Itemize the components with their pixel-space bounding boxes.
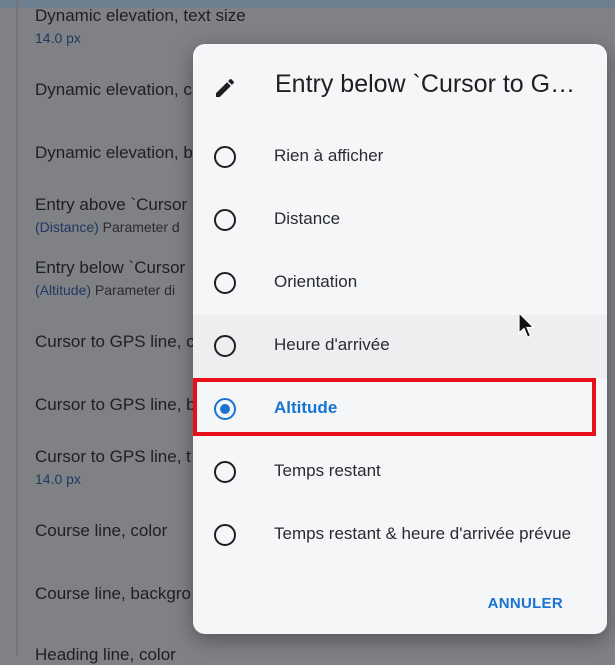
setting-dynamic-elevation-c: Dynamic elevation, c bbox=[35, 80, 192, 100]
radio-button[interactable] bbox=[214, 524, 236, 546]
setting-cursor-gps-line-b: Cursor to GPS line, b bbox=[35, 395, 196, 415]
setting-subtitle: (Distance) Parameter d bbox=[35, 219, 187, 235]
option-label: Rien à afficher bbox=[274, 146, 384, 165]
radio-button[interactable] bbox=[214, 272, 236, 294]
radio-button-selected[interactable] bbox=[214, 398, 236, 420]
list-divider bbox=[16, 0, 18, 655]
radio-button[interactable] bbox=[214, 146, 236, 168]
setting-course-line-background: Course line, backgro bbox=[35, 584, 191, 604]
setting-cursor-gps-line-c: Cursor to GPS line, c bbox=[35, 332, 195, 352]
option-label: Distance bbox=[274, 209, 341, 228]
setting-title: Course line, color bbox=[35, 521, 168, 540]
option-rien-a-afficher[interactable]: Rien à afficher bbox=[193, 126, 607, 189]
dialog-title: Entry below `Cursor to G… bbox=[275, 70, 576, 98]
setting-title: Entry below `Cursor bbox=[35, 258, 186, 277]
setting-title: Dynamic elevation, c bbox=[35, 80, 192, 99]
option-label: Temps restant & heure d'arrivée prévue bbox=[274, 524, 572, 543]
setting-course-line-color: Course line, color bbox=[35, 521, 167, 541]
setting-entry-below-cursor: Entry below `Cursor (Altitude) Parameter… bbox=[35, 258, 185, 298]
option-heure-d-arrivee[interactable]: Heure d'arrivée bbox=[193, 315, 607, 378]
setting-subtitle: (Altitude) Parameter di bbox=[35, 282, 185, 298]
single-choice-dialog: Entry below `Cursor to G… Rien à affiche… bbox=[193, 44, 607, 634]
pencil-icon bbox=[213, 76, 237, 100]
setting-cursor-gps-line-t: Cursor to GPS line, t 14.0 px bbox=[35, 447, 191, 487]
setting-description: Parameter d bbox=[98, 219, 180, 235]
setting-title: Cursor to GPS line, b bbox=[35, 395, 196, 414]
cancel-button[interactable]: ANNULER bbox=[488, 595, 563, 612]
option-orientation[interactable]: Orientation bbox=[193, 252, 607, 315]
setting-title: Heading line, color bbox=[35, 645, 176, 664]
setting-title: Dynamic elevation, text size bbox=[35, 6, 246, 25]
setting-description: Parameter di bbox=[91, 282, 176, 298]
dialog-header: Entry below `Cursor to G… bbox=[193, 44, 607, 126]
setting-entry-above-cursor: Entry above `Cursor (Distance) Parameter… bbox=[35, 195, 187, 235]
option-altitude[interactable]: Altitude bbox=[193, 378, 607, 441]
setting-title: Cursor to GPS line, c bbox=[35, 332, 195, 351]
setting-value: 14.0 px bbox=[35, 471, 81, 487]
radio-button[interactable] bbox=[214, 209, 236, 231]
radio-button[interactable] bbox=[214, 461, 236, 483]
option-distance[interactable]: Distance bbox=[193, 189, 607, 252]
radio-button[interactable] bbox=[214, 335, 236, 357]
option-label: Temps restant bbox=[274, 461, 381, 480]
option-label: Heure d'arrivée bbox=[274, 335, 390, 354]
option-temps-restant[interactable]: Temps restant bbox=[193, 441, 607, 504]
setting-dynamic-elevation-b: Dynamic elevation, b bbox=[35, 143, 193, 163]
setting-title: Dynamic elevation, b bbox=[35, 143, 193, 162]
setting-title: Course line, backgro bbox=[35, 584, 191, 603]
setting-current-value: (Distance) bbox=[35, 219, 99, 235]
setting-current-value: (Altitude) bbox=[35, 282, 92, 298]
option-label: Orientation bbox=[274, 272, 358, 291]
mouse-cursor-icon bbox=[518, 311, 536, 340]
option-label: Altitude bbox=[274, 398, 338, 417]
setting-title: Cursor to GPS line, t bbox=[35, 447, 191, 466]
setting-title: Entry above `Cursor bbox=[35, 195, 188, 214]
setting-dynamic-elevation-text-size: Dynamic elevation, text size 14.0 px bbox=[35, 6, 246, 46]
setting-heading-line-color: Heading line, color bbox=[35, 645, 176, 665]
option-temps-restant-heure-arrivee[interactable]: Temps restant & heure d'arrivée prévue bbox=[193, 504, 607, 567]
